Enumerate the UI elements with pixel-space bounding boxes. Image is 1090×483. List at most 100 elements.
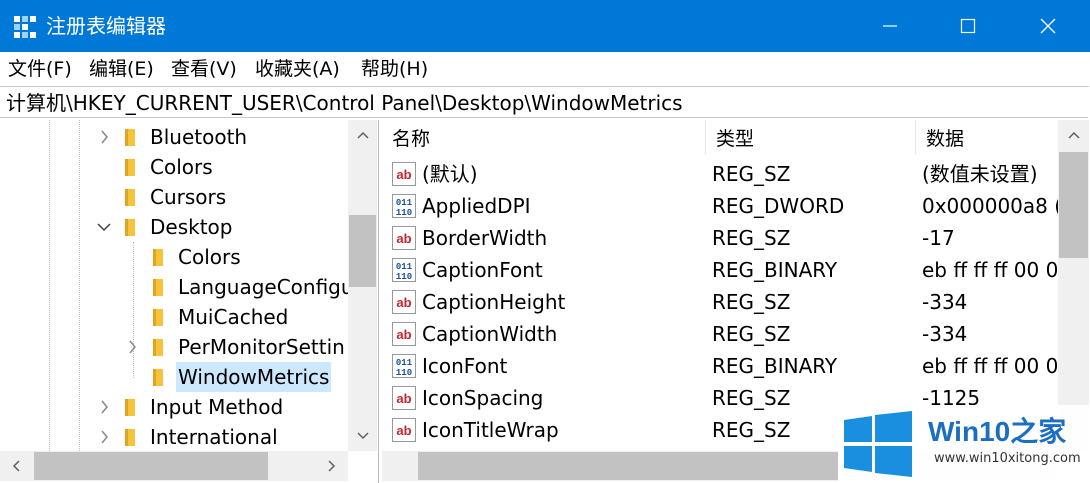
svg-text:ab: ab xyxy=(396,327,411,342)
binary-value-icon: 011 110 xyxy=(392,194,416,218)
tree-item[interactable]: Bluetooth xyxy=(0,122,348,152)
svg-text:110: 110 xyxy=(396,208,412,218)
tree-item[interactable]: WindowMetrics xyxy=(0,362,348,392)
value-type-cell: REG_SZ xyxy=(712,322,791,346)
column-header-data[interactable]: 数据 xyxy=(916,120,1076,154)
chevron-right-icon[interactable] xyxy=(96,122,112,152)
watermark-brand: Win10之家 xyxy=(928,416,1067,447)
tree-scroll-thumb[interactable] xyxy=(349,215,376,287)
svg-text:011: 011 xyxy=(396,262,413,272)
folder-icon xyxy=(122,219,138,236)
svg-text:ab: ab xyxy=(396,423,411,438)
chevron-right-icon[interactable] xyxy=(96,422,112,452)
tree-item-label: International xyxy=(150,425,278,449)
svg-text:ab: ab xyxy=(396,295,411,310)
value-row[interactable]: ab CaptionWidth REG_SZ -334 xyxy=(382,318,1058,350)
menu-file[interactable]: 文件(F) xyxy=(8,56,72,82)
value-row[interactable]: 011110AppliedDPIREG_DWORD0x000000a8 (168… xyxy=(382,190,1058,222)
list-vertical-scrollbar[interactable] xyxy=(1058,120,1089,451)
tree-hscroll-thumb[interactable] xyxy=(34,452,268,480)
string-value-icon: ab xyxy=(392,290,416,314)
folder-icon xyxy=(150,369,166,386)
tree-item-label: Colors xyxy=(150,155,213,179)
tree-item[interactable]: Colors xyxy=(0,152,348,182)
tree-item-label: Colors xyxy=(178,245,241,269)
value-name-cell: IconFont xyxy=(422,354,508,378)
value-row[interactable]: 011 110 CaptionFont REG_BINARY eb ff ff ff 0… xyxy=(382,254,1058,286)
tree-item[interactable]: International xyxy=(0,422,348,452)
binary-value-icon: 011 110 xyxy=(392,354,416,378)
tree-item-label: Desktop xyxy=(150,215,233,239)
menu-view[interactable]: 查看(V) xyxy=(171,56,237,82)
minimize-icon xyxy=(883,25,897,27)
tree-item[interactable]: Desktop xyxy=(0,212,348,242)
svg-text:011: 011 xyxy=(396,358,413,368)
svg-text:ab: ab xyxy=(396,391,411,406)
value-type-cell: REG_SZ xyxy=(712,162,791,186)
value-data-cell: eb ff ff ff 00 00 xyxy=(922,354,1058,378)
chevron-right-icon[interactable] xyxy=(96,392,112,422)
folder-icon xyxy=(150,249,166,266)
svg-text:011: 011 xyxy=(396,198,413,208)
scroll-down-arrow-icon[interactable] xyxy=(348,421,377,451)
watermark: Win10之家 www.win10xitong.com xyxy=(838,405,1090,483)
scroll-left-arrow-icon[interactable] xyxy=(0,451,32,481)
folder-icon xyxy=(122,399,138,416)
value-name-cell: CaptionFont xyxy=(422,258,543,282)
string-value-icon: ab xyxy=(392,322,416,346)
menu-help[interactable]: 帮助(H) xyxy=(361,56,428,82)
scroll-up-arrow-icon[interactable] xyxy=(1058,120,1089,150)
string-value-icon: ab xyxy=(392,386,416,410)
folder-icon xyxy=(122,159,138,176)
chevron-right-icon[interactable] xyxy=(124,332,140,362)
watermark-url: www.win10xitong.com xyxy=(934,451,1081,466)
scroll-right-arrow-icon[interactable] xyxy=(316,451,348,481)
svg-text:ab: ab xyxy=(396,167,411,182)
menu-edit[interactable]: 编辑(E) xyxy=(89,56,154,82)
address-bar[interactable]: 计算机\HKEY_CURRENT_USER\Control Panel\Desk… xyxy=(0,86,1088,118)
value-data-cell: -334 xyxy=(922,322,968,346)
list-hscroll-thumb[interactable] xyxy=(418,452,838,480)
value-row[interactable]: ab (默认) REG_SZ (数值未设置) xyxy=(382,158,1058,190)
value-name-cell: (默认) xyxy=(422,162,478,186)
tree-item[interactable]: PerMonitorSettin xyxy=(0,332,348,362)
tree-item[interactable]: Cursors xyxy=(0,182,348,212)
chevron-down-icon[interactable] xyxy=(96,212,112,242)
menu-favorites[interactable]: 收藏夹(A) xyxy=(255,56,340,82)
value-name-cell: IconSpacing xyxy=(422,386,544,410)
column-header-type[interactable]: 类型 xyxy=(706,120,916,154)
window-title: 注册表编辑器 xyxy=(46,14,166,38)
regedit-app-icon xyxy=(14,16,36,38)
value-type-cell: REG_BINARY xyxy=(712,258,838,282)
column-header-name[interactable]: 名称 xyxy=(382,120,706,154)
value-type-cell: REG_SZ xyxy=(712,226,791,250)
value-row[interactable]: 011 110 IconFont REG_BINARY eb ff ff ff 00 0… xyxy=(382,350,1058,382)
value-row[interactable]: ab CaptionHeight REG_SZ -334 xyxy=(382,286,1058,318)
value-name-cell: CaptionHeight xyxy=(422,290,566,314)
folder-icon xyxy=(150,309,166,326)
tree-item[interactable]: MuiCached xyxy=(0,302,348,332)
maximize-button[interactable] xyxy=(928,0,1008,52)
close-button[interactable] xyxy=(1008,0,1088,52)
tree-item[interactable]: LanguageConfigu xyxy=(0,272,354,302)
folder-icon xyxy=(150,279,166,296)
tree-vertical-scrollbar[interactable] xyxy=(348,120,377,451)
value-data-cell: eb ff ff ff 00 00 xyxy=(922,258,1058,282)
scroll-up-arrow-icon[interactable] xyxy=(348,120,377,150)
value-name-cell: CaptionWidth xyxy=(422,322,558,346)
value-type-cell: REG_SZ xyxy=(712,290,791,314)
value-data-cell: (数值未设置) xyxy=(922,162,1038,186)
tree-horizontal-scrollbar[interactable] xyxy=(0,451,348,481)
list-scroll-thumb[interactable] xyxy=(1059,152,1088,258)
value-row[interactable]: ab BorderWidth REG_SZ -17 xyxy=(382,222,1058,254)
tree-item-label: LanguageConfigu xyxy=(178,275,354,299)
maximize-icon xyxy=(960,18,976,34)
value-data-cell: -334 xyxy=(922,290,968,314)
tree-item-label: WindowMetrics xyxy=(176,362,332,392)
minimize-button[interactable] xyxy=(850,0,930,52)
tree-item-label: PerMonitorSettin xyxy=(178,335,345,359)
value-data-cell: -17 xyxy=(922,226,955,250)
tree-item[interactable]: Input Method xyxy=(0,392,348,422)
string-value-icon: ab xyxy=(392,162,416,186)
tree-item[interactable]: Colors xyxy=(0,242,348,272)
